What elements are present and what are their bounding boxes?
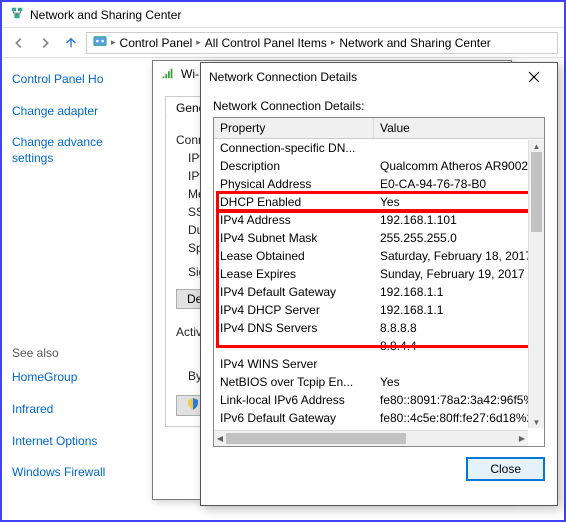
network-icon (10, 6, 24, 23)
table-row[interactable]: IPv4 DHCP Server192.168.1.1 (214, 301, 544, 319)
close-icon[interactable] (519, 67, 549, 87)
chevron-right-icon: ▸ (111, 37, 116, 48)
chevron-right-icon: ▸ (196, 37, 201, 48)
sidebar-link-windows-firewall[interactable]: Windows Firewall (12, 465, 142, 481)
value-cell: Saturday, February 18, 2017 9:05:29 I (374, 248, 544, 264)
value-cell: 192.168.1.1 (374, 302, 544, 318)
table-row[interactable]: NetBIOS over Tcpip En...Yes (214, 373, 544, 391)
sidebar-link-infrared[interactable]: Infrared (12, 402, 142, 418)
scrollbar-thumb[interactable] (226, 433, 406, 444)
window-titlebar: Network and Sharing Center (2, 2, 564, 28)
sidebar: Control Panel Ho Change adapter Change a… (2, 58, 152, 520)
window-title: Network and Sharing Center (30, 8, 181, 22)
property-cell: Description (214, 158, 374, 174)
value-cell: 8.8.4.4 (374, 338, 544, 354)
table-row[interactable]: IPv4 Default Gateway192.168.1.1 (214, 283, 544, 301)
property-cell: IPv4 WINS Server (214, 356, 374, 372)
value-cell: fe80::8091:78a2:3a42:96f5%20 (374, 392, 544, 408)
column-value[interactable]: Value (374, 118, 544, 138)
property-cell: IPv4 Address (214, 212, 374, 228)
value-cell: 255.255.255.0 (374, 230, 544, 246)
property-cell: Connection-specific DN... (214, 140, 374, 156)
property-cell: IPv4 Subnet Mask (214, 230, 374, 246)
details-label: Network Connection Details: (213, 99, 545, 113)
table-row[interactable]: DHCP EnabledYes (214, 193, 544, 211)
value-cell: 8.8.8.8 (374, 320, 544, 336)
value-cell: E0-CA-94-76-78-B0 (374, 176, 544, 192)
crumb-all-items[interactable]: All Control Panel Items (205, 36, 327, 50)
table-row[interactable]: IPv4 DNS Servers8.8.8.8 (214, 319, 544, 337)
value-cell: 192.168.1.1 (374, 284, 544, 300)
property-cell: Lease Expires (214, 266, 374, 282)
nav-bar: ▸ Control Panel ▸ All Control Panel Item… (2, 28, 564, 58)
back-button[interactable] (8, 32, 30, 54)
property-cell (214, 338, 374, 354)
sidebar-link-homegroup[interactable]: HomeGroup (12, 370, 142, 386)
sidebar-link-internet-options[interactable]: Internet Options (12, 434, 142, 450)
value-cell: Yes (374, 194, 544, 210)
close-button[interactable]: Close (466, 457, 545, 481)
table-row[interactable]: Link-local IPv6 Addressfe80::8091:78a2:3… (214, 391, 544, 409)
property-cell: NetBIOS over Tcpip En... (214, 374, 374, 390)
value-cell: Sunday, February 19, 2017 9:05:29 P (374, 266, 544, 282)
value-cell (374, 140, 544, 156)
see-also-label: See also (12, 346, 142, 360)
property-cell: Physical Address (214, 176, 374, 192)
scroll-up-icon[interactable]: ▲ (529, 140, 544, 152)
property-cell: IPv4 Default Gateway (214, 284, 374, 300)
forward-button[interactable] (34, 32, 56, 54)
network-details-dialog: Network Connection Details Network Conne… (200, 62, 558, 506)
table-row[interactable]: IPv4 Subnet Mask255.255.255.0 (214, 229, 544, 247)
up-button[interactable] (60, 32, 82, 54)
property-cell: Lease Obtained (214, 248, 374, 264)
table-row[interactable]: Physical AddressE0-CA-94-76-78-B0 (214, 175, 544, 193)
value-cell: 192.168.1.101 (374, 212, 544, 228)
shield-icon (187, 398, 199, 413)
value-cell (374, 356, 544, 372)
scroll-down-icon[interactable]: ▼ (529, 416, 544, 428)
table-row[interactable]: Connection-specific DN... (214, 139, 544, 157)
scrollbar-thumb[interactable] (531, 152, 542, 232)
sidebar-link-change-adapter[interactable]: Change adapter (12, 104, 142, 120)
sidebar-link-advanced-settings[interactable]: Change advance settings (12, 135, 142, 166)
breadcrumb[interactable]: ▸ Control Panel ▸ All Control Panel Item… (86, 32, 558, 54)
crumb-control-panel[interactable]: Control Panel (120, 36, 193, 50)
value-cell: fe80::4c5e:80ff:fe27:6d18%20 (374, 410, 544, 426)
property-cell: DHCP Enabled (214, 194, 374, 210)
table-row[interactable]: Lease ExpiresSunday, February 19, 2017 9… (214, 265, 544, 283)
value-cell: Qualcomm Atheros AR9002WB-1NG (374, 158, 544, 174)
table-row[interactable]: Lease ObtainedSaturday, February 18, 201… (214, 247, 544, 265)
property-cell: IPv4 DNS Servers (214, 320, 374, 336)
wifi-icon (161, 66, 175, 83)
table-row[interactable]: IPv4 Address192.168.1.101 (214, 211, 544, 229)
property-cell: Link-local IPv6 Address (214, 392, 374, 408)
crumb-network-sharing[interactable]: Network and Sharing Center (339, 36, 490, 50)
table-row[interactable]: IPv6 Default Gatewayfe80::4c5e:80ff:fe27… (214, 409, 544, 427)
table-row[interactable]: DescriptionQualcomm Atheros AR9002WB-1NG (214, 157, 544, 175)
vertical-scrollbar[interactable]: ▲ ▼ (528, 140, 544, 428)
value-cell: Yes (374, 374, 544, 390)
column-property[interactable]: Property (214, 118, 374, 138)
sidebar-link-cp-home[interactable]: Control Panel Ho (12, 72, 142, 88)
chevron-right-icon: ▸ (331, 37, 336, 48)
table-row[interactable]: IPv4 WINS Server (214, 355, 544, 373)
details-dialog-title: Network Connection Details (209, 70, 357, 84)
scroll-right-icon[interactable]: ▶ (516, 431, 528, 446)
horizontal-scrollbar[interactable]: ◀ ▶ (214, 430, 528, 446)
details-titlebar[interactable]: Network Connection Details (201, 63, 557, 91)
property-cell: IPv4 DHCP Server (214, 302, 374, 318)
property-cell: IPv6 Default Gateway (214, 410, 374, 426)
scroll-left-icon[interactable]: ◀ (214, 431, 226, 446)
details-grid: Property Value Connection-specific DN...… (213, 117, 545, 447)
table-row[interactable]: 8.8.4.4 (214, 337, 544, 355)
control-panel-icon (93, 34, 107, 51)
